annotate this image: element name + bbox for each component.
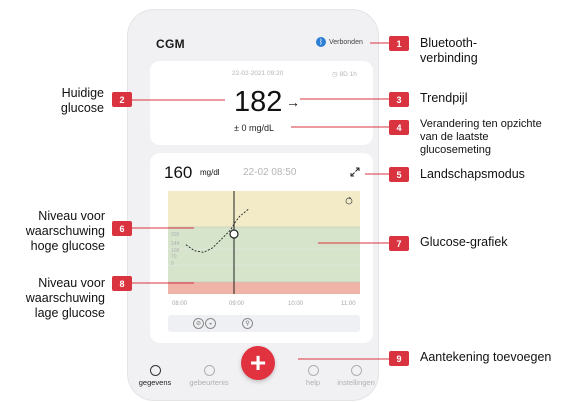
callout-badge-9: 9 xyxy=(389,351,409,366)
callout-badge-7: 7 xyxy=(389,236,409,251)
callout-badge-8: 8 xyxy=(112,276,132,291)
callout-badge-4: 4 xyxy=(389,120,409,135)
callout-label-4: Verandering ten opzichte van de laatste … xyxy=(420,118,542,156)
callout-label-5: Landschapsmodus xyxy=(420,167,525,181)
callout-label-7: Glucose-grafiek xyxy=(420,235,508,249)
callout-label-8: Niveau voor waarschuwing lage glucose xyxy=(25,276,105,320)
callout-lines xyxy=(132,42,389,360)
callout-label-9: Aantekening toevoegen xyxy=(420,350,552,364)
callout-badge-3: 3 xyxy=(389,92,409,107)
callout-label-2: Huidige glucose xyxy=(60,86,104,115)
callout-badge-5: 5 xyxy=(389,167,409,182)
callout-label-3: Trendpijl xyxy=(420,91,468,105)
callout-badge-2: 2 xyxy=(112,92,132,107)
callout-label-6: Niveau voor waarschuwing hoge glucose xyxy=(25,209,105,253)
callout-label-1: Bluetooth- verbinding xyxy=(420,36,478,65)
callout-badge-6: 6 xyxy=(112,221,132,236)
callout-badge-1: 1 xyxy=(389,36,409,51)
